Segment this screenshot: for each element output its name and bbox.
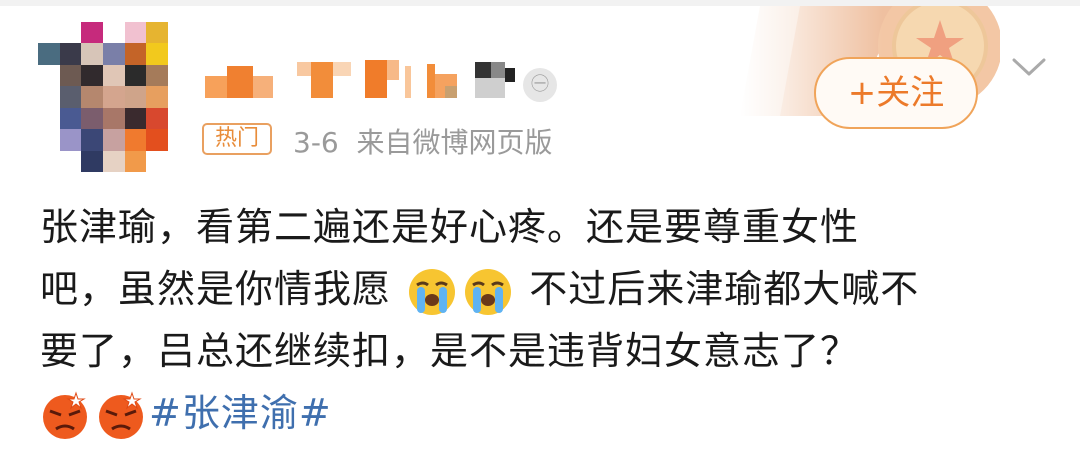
post-source[interactable]: 来自微博网页版 [357,126,553,159]
angry-emoji-icon [43,390,87,439]
chevron-down-icon[interactable] [1010,52,1048,82]
content-text: 吧，虽然是你情我愿 [40,267,392,311]
follow-button[interactable]: +关注 [814,57,978,129]
hot-tag[interactable]: 热门 [202,123,272,155]
crying-emoji-icon [409,268,456,315]
weibo-post: ㊀ 热门 3-6 来自微博网页版 +关注 张津瑜，看第二遍还是好心疼。还是要尊重… [0,0,1080,462]
angry-emoji-icon [99,390,143,439]
content-text: 不过后来津瑜都大喊不 [516,267,920,311]
verified-badge-icon: ㊀ [523,68,557,102]
post-content: 张津瑜，看第二遍还是好心疼。还是要尊重女性 吧，虽然是你情我愿 不过后来津瑜都大… [40,196,1040,444]
avatar[interactable] [38,22,168,172]
content-line: 张津瑜，看第二遍还是好心疼。还是要尊重女性 [40,205,860,249]
crying-emoji-icon [465,268,512,315]
content-line: 吧，虽然是你情我愿 不过后来津瑜都大喊不 [40,258,1040,320]
username-pixelated[interactable] [205,58,535,104]
content-line: 要了，吕总还继续扣，是不是违背妇女意志了？ [40,329,860,373]
hashtag-link[interactable]: #张津渝# [149,391,332,435]
post-meta: 3-6 来自微博网页版 [293,121,553,161]
post-date: 3-6 [293,126,339,159]
content-line: #张津渝# [40,382,1040,444]
